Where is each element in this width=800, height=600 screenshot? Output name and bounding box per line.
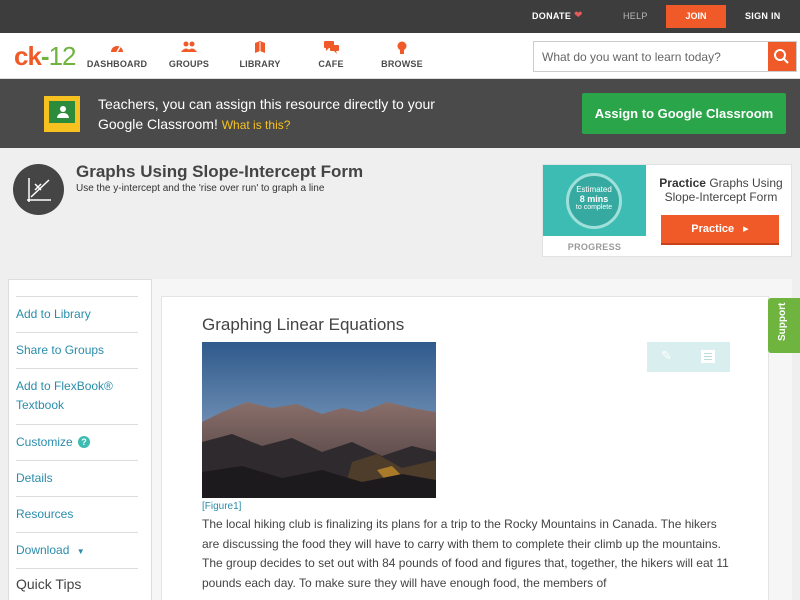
browse-icon bbox=[367, 41, 437, 55]
join-button[interactable]: JOIN bbox=[666, 5, 726, 28]
help-question-icon[interactable]: ? bbox=[78, 436, 91, 448]
concept-title: Graphs Using Slope-Intercept Form bbox=[76, 162, 364, 181]
practice-card: Estimated 8 mins to complete PROGRESS Pr… bbox=[542, 164, 792, 257]
notes-icon[interactable] bbox=[701, 350, 715, 363]
search-input[interactable] bbox=[534, 42, 770, 71]
search-box bbox=[533, 41, 797, 72]
mountain-photo bbox=[202, 342, 436, 498]
practice-title: Practice Graphs Using Slope-Intercept Fo… bbox=[653, 176, 789, 204]
article-tools: ✎ bbox=[647, 342, 730, 372]
what-is-this-link[interactable]: What is this? bbox=[222, 118, 291, 132]
nav-dashboard[interactable]: DASHBOARD bbox=[82, 41, 152, 69]
estimate-suffix: to complete bbox=[575, 204, 613, 211]
sidebar-item-label: Add to Library bbox=[16, 307, 91, 321]
logo-12: 12 bbox=[48, 41, 77, 71]
article-title: Graphing Linear Equations bbox=[202, 315, 405, 334]
add-to-library-link[interactable]: Add to Library bbox=[16, 296, 138, 332]
practice-estimate-panel: Estimated 8 mins to complete bbox=[543, 165, 646, 236]
nav-dashboard-label: DASHBOARD bbox=[86, 59, 148, 69]
dashboard-icon bbox=[82, 41, 152, 55]
practice-title-bold: Practice bbox=[659, 176, 706, 190]
sidebar-item-label: Add to FlexBook® bbox=[16, 379, 113, 393]
donate-link[interactable]: DONATE bbox=[532, 11, 571, 21]
search-icon bbox=[774, 49, 789, 64]
banner-message: Teachers, you can assign this resource d… bbox=[98, 94, 438, 135]
google-classroom-icon bbox=[44, 96, 80, 132]
assign-to-google-classroom-button[interactable]: Assign to Google Classroom bbox=[582, 93, 786, 134]
practice-button-label: Practice bbox=[691, 223, 735, 235]
details-link[interactable]: Details bbox=[16, 460, 138, 496]
help-link[interactable]: HELP bbox=[623, 11, 648, 21]
cafe-icon bbox=[296, 41, 366, 55]
groups-icon bbox=[154, 41, 224, 55]
article-paragraph: The local hiking club is finalizing its … bbox=[202, 517, 729, 590]
practice-button[interactable]: Practice ▸ bbox=[661, 215, 779, 245]
figure-label[interactable]: [Figure1] bbox=[202, 501, 241, 512]
customize-link[interactable]: Customize ? bbox=[16, 424, 138, 460]
search-button[interactable] bbox=[768, 42, 796, 71]
left-sidebar: Add to Library Share to Groups Add to Fl… bbox=[8, 279, 151, 600]
sidebar-item-label: Resources bbox=[16, 507, 74, 521]
library-icon bbox=[225, 41, 295, 55]
download-dropdown[interactable]: Download ▼ bbox=[16, 532, 138, 568]
estimate-label: Estimated bbox=[576, 185, 612, 194]
quick-tips-heading[interactable]: Quick Tips bbox=[16, 576, 81, 592]
estimate-minutes: 8 mins bbox=[579, 194, 609, 204]
sidebar-item-label: Share to Groups bbox=[16, 343, 105, 357]
sidebar-item-label-line2: Textbook bbox=[16, 398, 65, 412]
chevron-right-icon: ▸ bbox=[743, 223, 749, 235]
main-nav: ck-12 DASHBOARD GROUPS LIBRARY CAFE BROW… bbox=[0, 33, 800, 79]
caret-down-icon: ▼ bbox=[76, 547, 85, 556]
pencil-icon[interactable]: ✎ bbox=[661, 348, 672, 364]
resources-link[interactable]: Resources bbox=[16, 496, 138, 532]
heart-icon: ❤ bbox=[574, 10, 583, 21]
sign-in-link[interactable]: SIGN IN bbox=[745, 11, 781, 21]
estimate-badge: Estimated 8 mins to complete bbox=[566, 173, 622, 229]
sidebar-item-label: Download bbox=[16, 543, 70, 557]
nav-library[interactable]: LIBRARY bbox=[225, 41, 295, 69]
nav-browse-label: BROWSE bbox=[381, 59, 423, 69]
nav-groups[interactable]: GROUPS bbox=[154, 41, 224, 69]
share-to-groups-link[interactable]: Share to Groups bbox=[16, 332, 138, 368]
logo-ck: ck bbox=[14, 41, 42, 71]
sidebar-item-label: Customize bbox=[16, 435, 73, 449]
concept-subtitle: Use the y-intercept and the 'rise over r… bbox=[76, 183, 325, 194]
nav-cafe[interactable]: CAFE bbox=[296, 41, 366, 69]
nav-library-label: LIBRARY bbox=[239, 59, 281, 69]
support-label: Support bbox=[777, 302, 788, 341]
logo-dash: - bbox=[40, 41, 50, 71]
progress-label: PROGRESS bbox=[567, 242, 622, 252]
graph-concept-icon bbox=[13, 164, 64, 215]
ck12-logo[interactable]: ck-12 bbox=[14, 41, 77, 72]
support-tab[interactable]: Support bbox=[768, 298, 800, 353]
nav-browse[interactable]: BROWSE bbox=[367, 41, 437, 69]
nav-cafe-label: CAFE bbox=[318, 59, 344, 69]
nav-groups-label: GROUPS bbox=[168, 59, 210, 69]
sidebar-item-label: Details bbox=[16, 471, 53, 485]
add-to-flexbook-link[interactable]: Add to FlexBook® Textbook bbox=[16, 368, 138, 424]
top-bar: DONATE ❤ HELP JOIN SIGN IN bbox=[0, 0, 800, 33]
